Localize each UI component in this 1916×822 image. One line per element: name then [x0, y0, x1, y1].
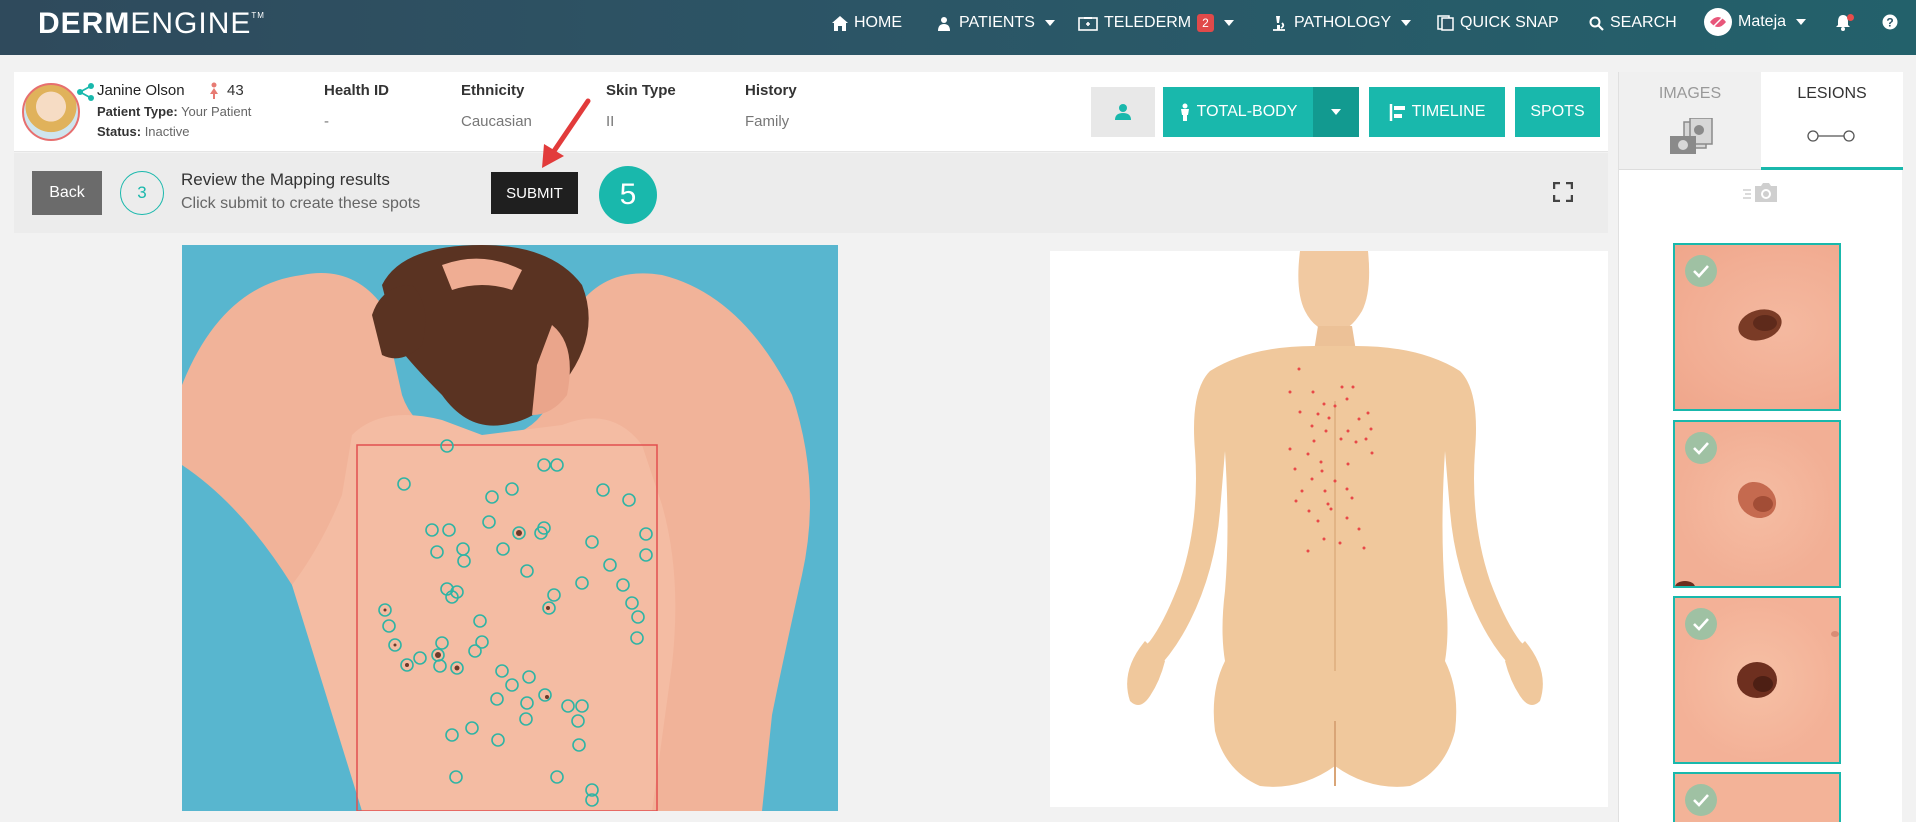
telederm-icon [1078, 17, 1098, 31]
nav-patients-label: PATIENTS [959, 14, 1035, 31]
tab-images-label: IMAGES [1658, 85, 1722, 102]
lesion-thumbnail[interactable] [1673, 596, 1841, 764]
nav-user-menu[interactable]: Mateja [1704, 8, 1807, 36]
history-field: History Family [745, 82, 797, 130]
bell-icon [1835, 14, 1854, 36]
timeline-button[interactable]: TIMELINE [1369, 87, 1505, 137]
user-icon [1115, 104, 1131, 120]
help-button[interactable]: ? [1882, 14, 1898, 30]
body-icon [1180, 103, 1189, 121]
chevron-down-icon [1796, 19, 1807, 25]
fullscreen-icon[interactable] [1552, 181, 1574, 207]
tab-lesions-label: LESIONS [1797, 85, 1867, 102]
tab-images[interactable]: IMAGES [1619, 72, 1761, 170]
total-body-label: TOTAL-BODY [1196, 103, 1298, 120]
ethnicity-field: Ethnicity Caucasian [461, 82, 532, 130]
patient-profile-button[interactable] [1091, 87, 1155, 137]
spots-label: SPOTS [1530, 103, 1585, 120]
nav-patients[interactable]: PATIENTS [937, 14, 1055, 32]
lesion-link-icon [1807, 130, 1855, 142]
chevron-down-icon [1331, 109, 1341, 115]
patient-age: 43 [209, 82, 244, 99]
svg-text:?: ? [1886, 16, 1893, 30]
step-number: 3 [120, 171, 164, 215]
back-button[interactable]: Back [32, 171, 102, 215]
chevron-down-icon [1223, 20, 1234, 26]
patients-icon [938, 16, 950, 31]
lesion-thumbnail[interactable] [1673, 420, 1841, 588]
patient-name[interactable]: Janine Olson [97, 82, 185, 99]
notifications-button[interactable] [1835, 14, 1854, 36]
patient-avatar[interactable] [22, 83, 80, 141]
step-title: Review the Mapping results [181, 170, 390, 189]
images-icon [1670, 118, 1713, 154]
lesions-side-panel: IMAGES LESIONS [1618, 72, 1903, 822]
chevron-down-icon [1044, 20, 1055, 26]
patient-info-bar: Janine Olson 43 Patient Type: Your Patie… [14, 72, 1608, 152]
annotation-step-badge: 5 [599, 166, 657, 224]
share-icon[interactable] [76, 82, 96, 107]
body-map-model[interactable] [1050, 251, 1608, 807]
nav-home[interactable]: HOME [832, 14, 902, 32]
health-id-field: Health ID - [324, 82, 390, 130]
mapping-step-bar: Back 3 Review the Mapping results Click … [14, 153, 1608, 233]
nav-pathology[interactable]: PATHOLOGY [1270, 14, 1412, 32]
nav-telederm-label: TELEDERM [1104, 14, 1192, 31]
dermengine-logo[interactable]: DERMENGINETM [38, 7, 265, 41]
patient-type: Patient Type: Your Patient [97, 104, 252, 119]
nav-user-label: Mateja [1738, 13, 1787, 30]
quick-snap-icon [1437, 15, 1454, 31]
total-body-button[interactable]: TOTAL-BODY [1163, 87, 1313, 137]
lesion-thumbnail[interactable] [1673, 243, 1841, 411]
lesion-thumbnail[interactable] [1673, 772, 1841, 822]
nav-home-label: HOME [854, 14, 902, 31]
step-subtitle: Click submit to create these spots [181, 195, 421, 212]
submit-button[interactable]: SUBMIT [491, 172, 578, 214]
telederm-count-badge: 2 [1197, 14, 1214, 32]
patient-age-value: 43 [227, 82, 244, 99]
tab-lesions[interactable]: LESIONS [1761, 72, 1903, 170]
microscope-icon [1273, 16, 1285, 31]
patient-back-photo[interactable] [182, 245, 838, 811]
nav-quick-snap-label: QUICK SNAP [1460, 14, 1559, 31]
camera-icon[interactable] [1743, 182, 1779, 204]
timeline-label: TIMELINE [1411, 103, 1486, 120]
nav-search[interactable]: SEARCH [1589, 14, 1677, 32]
patient-status: Status: Inactive [97, 124, 190, 139]
nav-pathology-label: PATHOLOGY [1294, 14, 1392, 31]
chevron-down-icon [1401, 20, 1412, 26]
top-navbar: DERMENGINETM HOME PATIENTS TELEDERM 2 PA… [0, 0, 1916, 55]
female-icon [210, 82, 218, 99]
side-tabs: IMAGES LESIONS [1619, 72, 1903, 170]
user-avatar-icon [1704, 8, 1732, 36]
nav-quick-snap[interactable]: QUICK SNAP [1437, 14, 1559, 32]
search-icon [1589, 16, 1604, 31]
checkmark-icon[interactable] [1685, 784, 1717, 816]
nav-search-label: SEARCH [1610, 14, 1677, 31]
capture-row [1619, 178, 1903, 208]
spots-button[interactable]: SPOTS [1515, 87, 1600, 137]
nav-telederm[interactable]: TELEDERM 2 [1078, 14, 1234, 32]
skin-type-field: Skin Type II [606, 82, 676, 130]
help-icon: ? [1882, 14, 1898, 30]
total-body-dropdown[interactable] [1313, 87, 1359, 137]
timeline-icon [1389, 103, 1405, 121]
home-icon [832, 15, 848, 31]
annotation-arrow-icon [542, 98, 591, 168]
